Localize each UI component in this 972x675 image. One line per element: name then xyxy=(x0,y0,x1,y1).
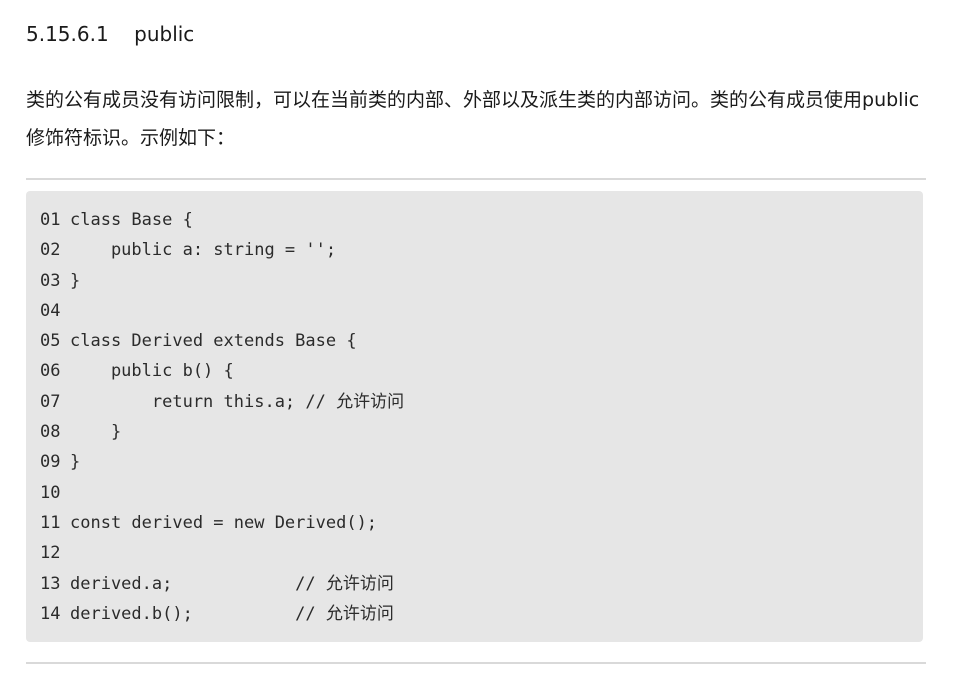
line-number: 02 xyxy=(40,240,61,261)
line-text: public b() { xyxy=(70,361,234,382)
code-line: 09} xyxy=(40,447,404,477)
line-text: derived.b(); // 允许访问 xyxy=(70,603,394,624)
line-number: 08 xyxy=(40,422,61,443)
code-line: 08 } xyxy=(40,417,404,447)
line-number: 09 xyxy=(40,452,61,473)
line-text: public a: string = ''; xyxy=(70,240,337,261)
code-lines: 01 class Base { 02 public a: string = '';… xyxy=(40,205,404,629)
code-line: 13 derived.a; // 允许访问 xyxy=(40,569,404,599)
code-line: 01 class Base { xyxy=(40,205,404,235)
section-heading: 5.15.6.1 public xyxy=(26,22,195,46)
line-text: } xyxy=(70,422,122,443)
code-line: 10 xyxy=(40,478,404,508)
line-number: 04 xyxy=(40,300,61,321)
line-text: class Base { xyxy=(70,210,193,230)
line-text: const derived = new Derived(); xyxy=(70,512,378,533)
line-number: 12 xyxy=(40,543,61,564)
code-block: 01 class Base { 02 public a: string = '';… xyxy=(26,191,923,642)
line-number: 01 xyxy=(40,210,61,230)
code-line: 11 const derived = new Derived(); xyxy=(40,508,404,538)
code-line: 14 derived.b(); // 允许访问 xyxy=(40,599,404,629)
code-line: 12 xyxy=(40,538,404,568)
code-line: 05 class Derived extends Base { xyxy=(40,326,404,356)
line-number: 07 xyxy=(40,391,61,412)
line-text: derived.a; // 允许访问 xyxy=(70,573,394,594)
line-text: return this.a; // 允许访问 xyxy=(70,391,405,412)
line-text: } xyxy=(70,452,81,473)
body-paragraph: 类的公有成员没有访问限制，可以在当前类的内部、外部以及派生类的内部访问。类的公有… xyxy=(26,89,920,149)
bottom-divider xyxy=(26,662,926,664)
line-text: } xyxy=(70,270,81,291)
line-number: 03 xyxy=(40,270,61,291)
line-number: 11 xyxy=(40,512,61,533)
line-number: 13 xyxy=(40,573,61,594)
line-text: class Derived extends Base { xyxy=(70,331,357,352)
line-number: 06 xyxy=(40,361,61,382)
code-line: 06 public b() { xyxy=(40,356,404,386)
top-divider xyxy=(26,178,926,180)
line-number: 05 xyxy=(40,331,61,352)
line-number: 10 xyxy=(40,482,61,503)
code-line: 04 xyxy=(40,296,404,326)
line-number: 14 xyxy=(40,603,61,624)
code-line: 07 return this.a; // 允许访问 xyxy=(40,387,404,417)
code-line: 03} xyxy=(40,266,404,296)
code-line: 02 public a: string = ''; xyxy=(40,235,404,265)
